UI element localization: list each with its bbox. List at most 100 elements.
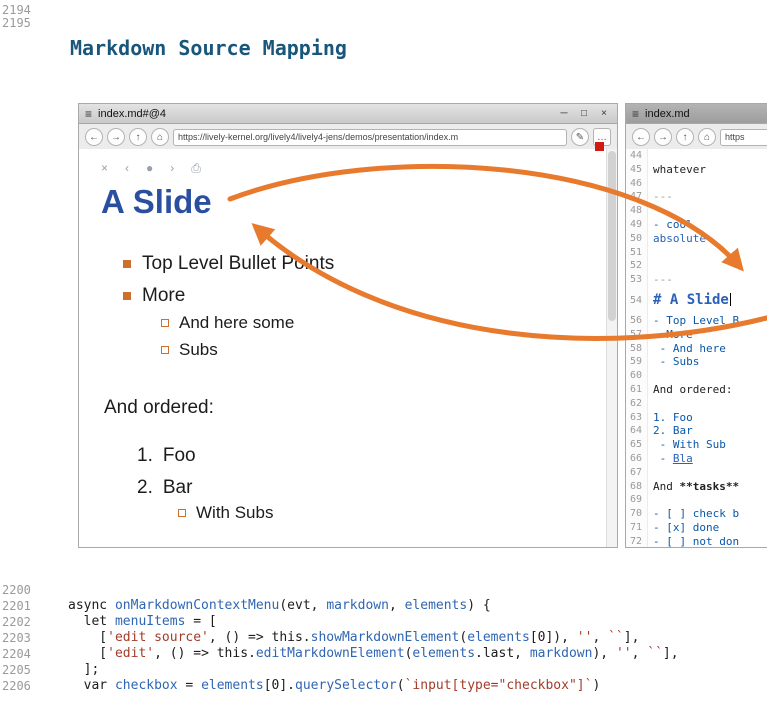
code-line[interactable]: 65 - With Sub: [626, 438, 767, 452]
code-text[interactable]: [648, 397, 653, 411]
code-line[interactable]: 70- [ ] check b: [626, 507, 767, 521]
code-text[interactable]: whatever: [648, 163, 706, 177]
code-text[interactable]: let menuItems = [: [68, 614, 217, 630]
code-text[interactable]: absolute: [648, 232, 706, 246]
code-line[interactable]: 50absolute: [626, 232, 767, 246]
code-line[interactable]: 2204 ['edit', () => this.editMarkdownEle…: [0, 646, 767, 662]
code-text[interactable]: var checkbox = elements[0].querySelector…: [68, 678, 600, 694]
code-text[interactable]: - Top Level B: [648, 314, 739, 328]
code-text[interactable]: [648, 177, 653, 191]
code-text[interactable]: - cool: [648, 218, 693, 232]
scrollbar-thumb[interactable]: [608, 151, 616, 321]
close-button[interactable]: ×: [597, 108, 611, 119]
code-line[interactable]: 56- Top Level B: [626, 314, 767, 328]
code-text[interactable]: - Subs: [648, 355, 699, 369]
code-text[interactable]: [648, 149, 653, 163]
scrollbar[interactable]: [606, 149, 617, 547]
code-text[interactable]: And ordered:: [648, 383, 732, 397]
code-text[interactable]: - And here: [648, 342, 726, 356]
forward-button[interactable]: →: [107, 128, 125, 146]
code-line[interactable]: 2206 var checkbox = elements[0].querySel…: [0, 678, 767, 694]
code-text[interactable]: ---: [648, 273, 673, 287]
window-titlebar[interactable]: ≡ index.md: [626, 104, 767, 124]
back-button[interactable]: ←: [85, 128, 103, 146]
minimize-button[interactable]: ─: [557, 108, 571, 119]
maximize-button[interactable]: □: [577, 108, 591, 119]
home-button[interactable]: ⌂: [698, 128, 716, 146]
menu-icon[interactable]: ≡: [632, 107, 639, 121]
code-line[interactable]: 57- More: [626, 328, 767, 342]
code-line[interactable]: 2205 ];: [0, 662, 767, 678]
up-button[interactable]: ↑: [129, 128, 147, 146]
code-text[interactable]: - [ ] not don: [648, 535, 739, 547]
code-text[interactable]: - [ ] check b: [648, 507, 739, 521]
menu-icon[interactable]: ≡: [85, 107, 92, 121]
code-line[interactable]: 69: [626, 493, 767, 507]
url-input[interactable]: [173, 129, 567, 146]
code-line[interactable]: 72- [ ] not don: [626, 535, 767, 547]
slide-dot-icon[interactable]: ●: [146, 161, 153, 176]
back-button[interactable]: ←: [632, 128, 650, 146]
code-text[interactable]: - More: [648, 328, 693, 342]
code-line[interactable]: 46: [626, 177, 767, 191]
line-number: 2206: [0, 678, 34, 694]
code-line[interactable]: 59 - Subs: [626, 355, 767, 369]
code-text[interactable]: [648, 204, 653, 218]
code-line[interactable]: 53---: [626, 273, 767, 287]
code-line[interactable]: 2200: [0, 582, 767, 598]
code-line[interactable]: 48: [626, 204, 767, 218]
code-line[interactable]: 52: [626, 259, 767, 273]
code-text[interactable]: ['edit', () => this.editMarkdownElement(…: [68, 646, 679, 662]
window-titlebar[interactable]: ≡ index.md#@4 ─ □ ×: [79, 104, 617, 124]
code-line[interactable]: 44: [626, 149, 767, 163]
code-line[interactable]: 54# A Slide: [626, 287, 767, 314]
code-text[interactable]: # A Slide: [648, 287, 731, 314]
code-line[interactable]: 67: [626, 466, 767, 480]
source-code-listing[interactable]: 22002201async onMarkdownContextMenu(evt,…: [0, 582, 767, 694]
code-line[interactable]: 47---: [626, 190, 767, 204]
code-text[interactable]: [648, 493, 653, 507]
edit-pencil-button[interactable]: ✎: [571, 128, 589, 146]
line-number: 47: [626, 190, 648, 204]
code-line[interactable]: 71- [x] done: [626, 521, 767, 535]
code-line[interactable]: 58 - And here: [626, 342, 767, 356]
print-icon[interactable]: ⎙: [191, 161, 201, 176]
code-line[interactable]: 66 - Bla: [626, 452, 767, 466]
code-text[interactable]: async onMarkdownContextMenu(evt, markdow…: [68, 598, 491, 614]
code-line[interactable]: 51: [626, 246, 767, 260]
prev-slide-icon[interactable]: ‹: [125, 161, 129, 176]
code-text[interactable]: 2. Bar: [648, 424, 693, 438]
code-line[interactable]: 49- cool: [626, 218, 767, 232]
sub-bullet-icon: [178, 509, 186, 517]
code-line[interactable]: 2203 ['edit source', () => this.showMark…: [0, 630, 767, 646]
line-number: 54: [626, 287, 648, 314]
code-text[interactable]: ];: [68, 662, 99, 678]
code-line[interactable]: 642. Bar: [626, 424, 767, 438]
code-line[interactable]: 2201async onMarkdownContextMenu(evt, mar…: [0, 598, 767, 614]
code-text[interactable]: ['edit source', () => this.showMarkdownE…: [68, 630, 639, 646]
code-text[interactable]: - [x] done: [648, 521, 719, 535]
next-slide-icon[interactable]: ›: [170, 161, 174, 176]
code-line[interactable]: 631. Foo: [626, 411, 767, 425]
up-button[interactable]: ↑: [676, 128, 694, 146]
code-text[interactable]: 1. Foo: [648, 411, 693, 425]
code-text[interactable]: [648, 259, 653, 273]
code-text[interactable]: [648, 369, 653, 383]
code-text[interactable]: [648, 466, 653, 480]
markdown-source-editor[interactable]: 4445whatever4647---4849- cool50absolute5…: [626, 149, 767, 547]
code-line[interactable]: 60: [626, 369, 767, 383]
code-line[interactable]: 61And ordered:: [626, 383, 767, 397]
code-line[interactable]: 45whatever: [626, 163, 767, 177]
code-text[interactable]: - With Sub: [648, 438, 726, 452]
home-button[interactable]: ⌂: [151, 128, 169, 146]
close-icon[interactable]: ×: [101, 161, 108, 176]
code-line[interactable]: 68And **tasks**: [626, 480, 767, 494]
forward-button[interactable]: →: [654, 128, 672, 146]
code-line[interactable]: 2202 let menuItems = [: [0, 614, 767, 630]
code-text[interactable]: And **tasks**: [648, 480, 739, 494]
url-input[interactable]: [720, 129, 767, 146]
code-text[interactable]: [648, 246, 653, 260]
code-text[interactable]: - Bla: [648, 452, 693, 466]
code-line[interactable]: 62: [626, 397, 767, 411]
code-text[interactable]: ---: [648, 190, 673, 204]
